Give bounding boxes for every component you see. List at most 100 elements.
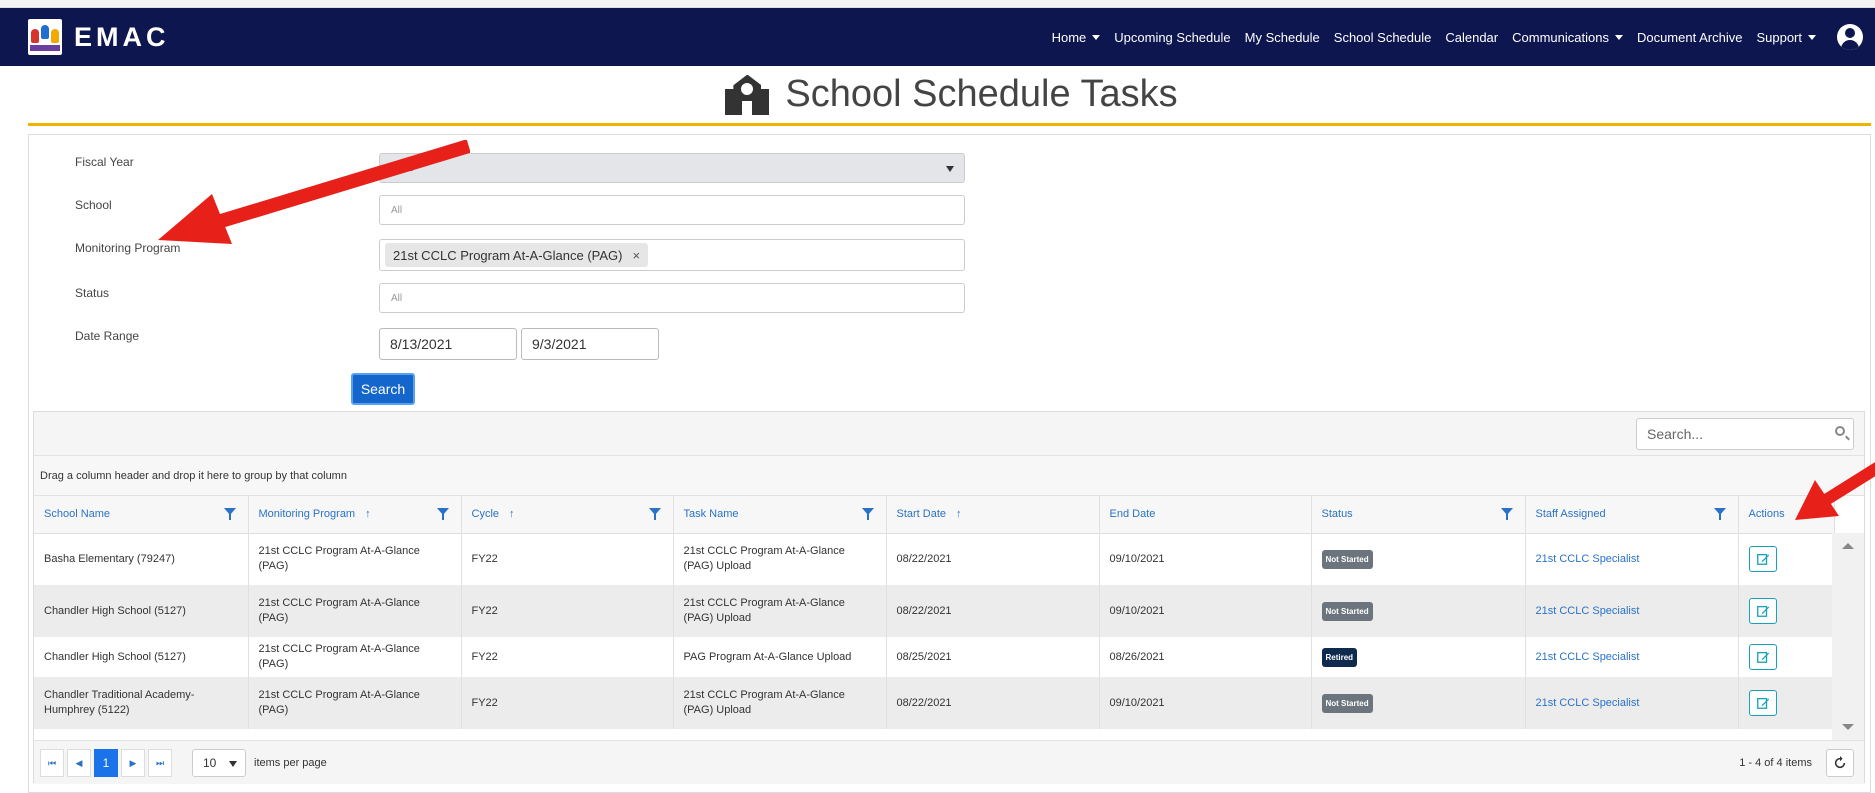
nav-calendar[interactable]: Calendar [1445, 30, 1498, 45]
monitoring-program-label: Monitoring Program [75, 241, 181, 255]
cell-school: Chandler Traditional Academy-Humphrey (5… [34, 677, 249, 729]
edit-icon [1756, 697, 1769, 709]
edit-button[interactable] [1748, 598, 1777, 624]
cell-status: Not Started [1311, 533, 1526, 585]
cell-end: 09/10/2021 [1099, 585, 1312, 637]
items-per-page-label: items per page [254, 757, 327, 769]
filter-icon[interactable] [436, 508, 449, 520]
table-header-row: School Name Monitoring Program ↑ Cycle ↑ T… [34, 496, 1835, 534]
cell-task: 21st CCLC Program At-A-Glance (PAG) Uplo… [673, 533, 887, 585]
status-badge: Retired [1321, 647, 1358, 667]
cell-status: Not Started [1311, 677, 1526, 729]
cell-task: 21st CCLC Program At-A-Glance (PAG) Uplo… [673, 677, 887, 729]
staff-link[interactable]: 21st CCLC Specialist [1536, 651, 1640, 663]
cell-status: Retired [1311, 637, 1526, 677]
cell-end: 08/26/2021 [1099, 637, 1312, 677]
dropdown-arrow-icon [946, 166, 954, 172]
edit-icon [1756, 605, 1769, 617]
nav-upcoming-schedule[interactable]: Upcoming Schedule [1114, 30, 1230, 45]
cell-end: 09/10/2021 [1099, 533, 1312, 585]
refresh-button[interactable] [1826, 749, 1854, 777]
caret-down-icon [1808, 34, 1816, 40]
page-size-select[interactable]: 10 [192, 749, 246, 777]
first-page-button[interactable]: ⏮ [40, 749, 64, 777]
scroll-down-icon[interactable] [1842, 724, 1854, 730]
staff-link[interactable]: 21st CCLC Specialist [1536, 553, 1640, 565]
nav-home[interactable]: Home [1052, 30, 1101, 45]
prev-page-button[interactable]: ◀ [67, 749, 91, 777]
chip-label: 21st CCLC Program At-A-Glance (PAG) [393, 247, 623, 263]
col-status[interactable]: Status [1311, 496, 1526, 534]
cell-status: Not Started [1311, 585, 1526, 637]
vertical-scrollbar[interactable] [1832, 533, 1864, 740]
cell-staff: 21st CCLC Specialist [1525, 677, 1739, 729]
nav-school-schedule[interactable]: School Schedule [1334, 30, 1432, 45]
start-date-input[interactable]: 8/13/2021 [379, 328, 517, 360]
emac-logo-icon [28, 19, 62, 55]
cell-school: Chandler High School (5127) [34, 637, 249, 677]
filter-icon[interactable] [861, 508, 874, 520]
grid-toolbar: Search... [34, 412, 1864, 456]
school-label: School [75, 198, 112, 212]
monitoring-program-chip: 21st CCLC Program At-A-Glance (PAG) × [385, 243, 649, 267]
col-start-date[interactable]: Start Date ↑ [886, 496, 1100, 534]
status-multiselect[interactable]: All [379, 283, 965, 313]
col-task-name[interactable]: Task Name [673, 496, 887, 534]
staff-link[interactable]: 21st CCLC Specialist [1536, 605, 1640, 617]
cell-task: PAG Program At-A-Glance Upload [673, 637, 887, 677]
grid-pager: ⏮ ◀ 1 ▶ ⏭ 10 items per page 1 - 4 of 4 i… [34, 740, 1864, 784]
status-placeholder: All [391, 292, 403, 304]
cell-start: 08/22/2021 [886, 585, 1100, 637]
page-1-button[interactable]: 1 [94, 749, 118, 777]
edit-button[interactable] [1748, 690, 1777, 716]
monitoring-program-multiselect[interactable]: 21st CCLC Program At-A-Glance (PAG) × [379, 239, 965, 271]
group-drop-area[interactable]: Drag a column header and drop it here to… [34, 456, 1864, 496]
chip-remove-icon[interactable]: × [633, 248, 641, 263]
col-school-name[interactable]: School Name [34, 496, 249, 534]
filter-icon[interactable] [223, 508, 236, 520]
nav-my-schedule[interactable]: My Schedule [1245, 30, 1320, 45]
caret-down-icon [1614, 34, 1623, 40]
user-account-icon[interactable] [1837, 24, 1863, 50]
edit-button[interactable] [1748, 644, 1777, 670]
cell-school: Chandler High School (5127) [34, 585, 249, 637]
filter-icon[interactable] [648, 508, 661, 520]
nav-communications[interactable]: Communications [1512, 30, 1623, 45]
cell-staff: 21st CCLC Specialist [1525, 585, 1739, 637]
col-cycle[interactable]: Cycle ↑ [461, 496, 674, 534]
col-actions[interactable]: Actions [1738, 496, 1835, 534]
school-icon [721, 74, 773, 115]
cell-start: 08/25/2021 [886, 637, 1100, 677]
edit-icon [1756, 554, 1769, 566]
grid-search-input[interactable]: Search... [1636, 418, 1854, 450]
search-button[interactable]: Search [351, 373, 415, 405]
col-end-date[interactable]: End Date [1099, 496, 1312, 534]
nav-support[interactable]: Support [1756, 30, 1816, 45]
dropdown-arrow-icon [229, 761, 237, 767]
tasks-grid: Search... Drag a column header and drop … [33, 411, 1865, 784]
last-page-button[interactable]: ⏭ [148, 749, 172, 777]
scroll-up-icon[interactable] [1842, 543, 1854, 549]
filter-icon[interactable] [1500, 508, 1513, 520]
cell-end: 09/10/2021 [1099, 677, 1312, 729]
edit-button[interactable] [1748, 546, 1777, 573]
tasks-table: School Name Monitoring Program ↑ Cycle ↑ T… [34, 496, 1835, 729]
col-staff-assigned[interactable]: Staff Assigned [1525, 496, 1739, 534]
cell-program: 21st CCLC Program At-A-Glance (PAG) [248, 585, 462, 637]
search-icon [1835, 426, 1845, 436]
fiscal-year-select[interactable]: 2022 [379, 153, 965, 183]
school-multiselect[interactable]: All [379, 195, 965, 225]
brand[interactable]: EMAC [28, 19, 170, 55]
nav-links: Home Upcoming Schedule My Schedule Schoo… [1045, 24, 1863, 50]
staff-link[interactable]: 21st CCLC Specialist [1536, 697, 1640, 709]
end-date-input[interactable]: 9/3/2021 [521, 328, 659, 360]
cell-start: 08/22/2021 [886, 677, 1100, 729]
next-page-button[interactable]: ▶ [121, 749, 145, 777]
nav-document-archive[interactable]: Document Archive [1637, 30, 1743, 45]
col-monitoring-program[interactable]: Monitoring Program ↑ [248, 496, 462, 534]
fiscal-year-value: 2022 [391, 162, 414, 174]
filter-icon[interactable] [1713, 508, 1726, 520]
table-row: Basha Elementary (79247) 21st CCLC Progr… [34, 533, 1835, 585]
sort-asc-icon: ↑ [365, 508, 371, 521]
cell-cycle: FY22 [461, 533, 674, 585]
